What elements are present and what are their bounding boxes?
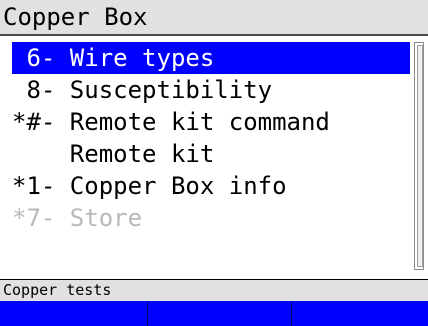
status-bar: Copper tests [0, 279, 428, 301]
scroll-thumb[interactable] [417, 45, 423, 267]
menu-item-copper-box-info[interactable]: *1- Copper Box info [12, 170, 410, 202]
softkey-left[interactable] [0, 301, 148, 326]
menu-item-store: *7- Store [12, 202, 410, 234]
title-bar: Copper Box [0, 0, 428, 36]
softkey-right[interactable] [292, 301, 428, 326]
menu-item-wire-types[interactable]: 6- Wire types [12, 42, 410, 74]
softkey-middle[interactable] [148, 301, 292, 326]
menu-scrollbar[interactable] [414, 42, 424, 270]
device-screen: Copper Box 6- Wire types 8- Susceptibili… [0, 0, 428, 326]
window-title: Copper Box [3, 2, 148, 32]
menu-item-susceptibility[interactable]: 8- Susceptibility [12, 74, 410, 106]
menu-item-remote-kit[interactable]: Remote kit [12, 138, 410, 170]
softkey-bar [0, 301, 428, 326]
status-text: Copper tests [3, 280, 111, 300]
menu-list: 6- Wire types 8- Susceptibility *#- Remo… [0, 42, 408, 272]
menu-item-remote-kit-command[interactable]: *#- Remote kit command [12, 106, 410, 138]
